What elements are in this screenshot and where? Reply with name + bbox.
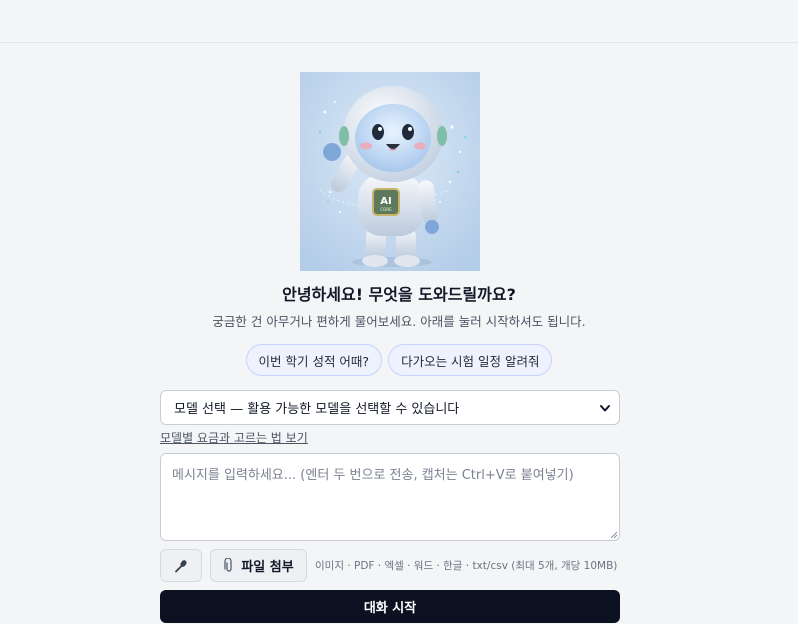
start-chat-button[interactable]: 대화 시작 <box>160 590 620 623</box>
svg-text:AI: AI <box>380 196 391 207</box>
robot-mascot-image: AI CORE <box>300 72 480 271</box>
model-select-value: 모델 선택 — 활용 가능한 모델을 선택할 수 있습니다 <box>174 402 460 417</box>
chevron-down-icon <box>600 404 610 411</box>
greeting-title: 안녕하세요! 무엇을 도와드릴까요? <box>282 285 516 304</box>
message-input[interactable] <box>160 453 620 541</box>
model-pricing-guide-link[interactable]: 모델별 요금과 고르는 법 보기 <box>160 429 308 446</box>
microphone-button[interactable] <box>160 549 202 582</box>
resize-grip-icon[interactable] <box>609 530 618 539</box>
suggestion-chip-grades[interactable]: 이번 학기 성적 어때? <box>245 344 383 376</box>
attach-file-label: 파일 첨부 <box>241 560 294 575</box>
attach-file-button[interactable]: 파일 첨부 <box>210 549 307 582</box>
suggestion-chips: 이번 학기 성적 어때? 다가오는 시험 일정 알려줘 <box>0 344 798 376</box>
svg-text:CORE: CORE <box>380 207 392 212</box>
paperclip-icon <box>224 558 232 572</box>
model-select[interactable]: 모델 선택 — 활용 가능한 모델을 선택할 수 있습니다 <box>160 390 620 425</box>
top-bar <box>0 0 798 43</box>
greeting-subtitle: 궁금한 건 아무거나 편하게 물어보세요. 아래를 눌러 시작하셔도 됩니다. <box>212 314 586 329</box>
suggestion-chip-exam-schedule[interactable]: 다가오는 시험 일정 알려줘 <box>388 344 553 376</box>
microphone-icon <box>175 559 187 572</box>
attach-file-hint: 이미지 · PDF · 엑셀 · 워드 · 한글 · txt/csv (최대 5… <box>315 560 618 572</box>
